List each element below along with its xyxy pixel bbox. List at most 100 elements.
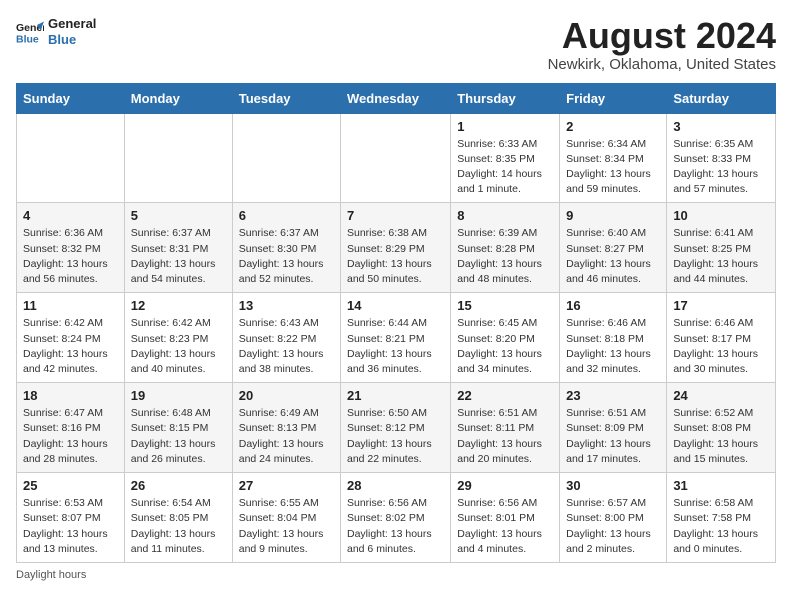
day-number: 3 — [673, 119, 769, 134]
day-number: 29 — [457, 478, 553, 493]
day-info: Sunrise: 6:38 AM Sunset: 8:29 PM Dayligh… — [347, 226, 444, 287]
day-number: 30 — [566, 478, 660, 493]
day-number: 2 — [566, 119, 660, 134]
day-info: Sunrise: 6:37 AM Sunset: 8:30 PM Dayligh… — [239, 226, 334, 287]
day-cell: 21Sunrise: 6:50 AM Sunset: 8:12 PM Dayli… — [341, 383, 451, 473]
day-info: Sunrise: 6:48 AM Sunset: 8:15 PM Dayligh… — [131, 406, 226, 467]
day-number: 23 — [566, 388, 660, 403]
day-cell: 15Sunrise: 6:45 AM Sunset: 8:20 PM Dayli… — [451, 293, 560, 383]
day-cell — [341, 113, 451, 203]
day-info: Sunrise: 6:46 AM Sunset: 8:18 PM Dayligh… — [566, 316, 660, 377]
day-number: 1 — [457, 119, 553, 134]
day-cell: 24 Sunrise: 6:52 AM Sunset: 8:08 PM Dayli… — [667, 383, 776, 473]
day-cell: 16 Sunrise: 6:46 AM Sunset: 8:18 PM Dayli… — [560, 293, 667, 383]
week-row-4: 18Sunrise: 6:47 AM Sunset: 8:16 PM Dayli… — [17, 383, 776, 473]
day-number: 18 — [23, 388, 118, 403]
day-cell: 19 Sunrise: 6:48 AM Sunset: 8:15 PM Dayli… — [124, 383, 232, 473]
day-cell: 11Sunrise: 6:42 AM Sunset: 8:24 PM Dayli… — [17, 293, 125, 383]
day-number: 28 — [347, 478, 444, 493]
day-cell: 27 Sunrise: 6:55 AM Sunset: 8:04 PM Dayli… — [232, 473, 340, 563]
day-header-thursday: Thursday — [451, 83, 560, 113]
calendar-table: SundayMondayTuesdayWednesdayThursdayFrid… — [16, 83, 776, 563]
subtitle: Newkirk, Oklahoma, United States — [548, 56, 776, 73]
day-cell: 9Sunrise: 6:40 AM Sunset: 8:27 PM Daylig… — [560, 203, 667, 293]
day-info: Sunrise: 6:39 AM Sunset: 8:28 PM Dayligh… — [457, 226, 553, 287]
day-header-tuesday: Tuesday — [232, 83, 340, 113]
day-number: 19 — [131, 388, 226, 403]
day-info: Sunrise: 6:35 AM Sunset: 8:33 PM Dayligh… — [673, 137, 769, 198]
week-row-3: 11Sunrise: 6:42 AM Sunset: 8:24 PM Dayli… — [17, 293, 776, 383]
day-cell: 17 Sunrise: 6:46 AM Sunset: 8:17 PM Dayli… — [667, 293, 776, 383]
day-info: Sunrise: 6:40 AM Sunset: 8:27 PM Dayligh… — [566, 226, 660, 287]
day-info: Sunrise: 6:46 AM Sunset: 8:17 PM Dayligh… — [673, 316, 769, 377]
day-info: Sunrise: 6:55 AM Sunset: 8:04 PM Dayligh… — [239, 496, 334, 557]
day-number: 5 — [131, 208, 226, 223]
day-info: Sunrise: 6:42 AM Sunset: 8:23 PM Dayligh… — [131, 316, 226, 377]
day-cell: 4 Sunrise: 6:36 AM Sunset: 8:32 PM Daylig… — [17, 203, 125, 293]
day-header-saturday: Saturday — [667, 83, 776, 113]
logo-icon: General Blue — [16, 18, 44, 46]
footer-note: Daylight hours — [16, 569, 776, 581]
day-number: 12 — [131, 298, 226, 313]
day-info: Sunrise: 6:33 AM Sunset: 8:35 PM Dayligh… — [457, 137, 553, 198]
day-header-sunday: Sunday — [17, 83, 125, 113]
svg-text:Blue: Blue — [16, 33, 39, 45]
day-number: 6 — [239, 208, 334, 223]
title-area: August 2024 Newkirk, Oklahoma, United St… — [548, 16, 776, 73]
day-cell: 1 Sunrise: 6:33 AM Sunset: 8:35 PM Daylig… — [451, 113, 560, 203]
week-row-2: 4 Sunrise: 6:36 AM Sunset: 8:32 PM Daylig… — [17, 203, 776, 293]
day-number: 8 — [457, 208, 553, 223]
day-number: 17 — [673, 298, 769, 313]
day-header-monday: Monday — [124, 83, 232, 113]
day-info: Sunrise: 6:56 AM Sunset: 8:02 PM Dayligh… — [347, 496, 444, 557]
week-row-5: 25 Sunrise: 6:53 AM Sunset: 8:07 PM Dayli… — [17, 473, 776, 563]
day-number: 16 — [566, 298, 660, 313]
day-cell: 26 Sunrise: 6:54 AM Sunset: 8:05 PM Dayli… — [124, 473, 232, 563]
day-info: Sunrise: 6:36 AM Sunset: 8:32 PM Dayligh… — [23, 226, 118, 287]
day-info: Sunrise: 6:41 AM Sunset: 8:25 PM Dayligh… — [673, 226, 769, 287]
day-info: Sunrise: 6:53 AM Sunset: 8:07 PM Dayligh… — [23, 496, 118, 557]
day-cell: 18Sunrise: 6:47 AM Sunset: 8:16 PM Dayli… — [17, 383, 125, 473]
day-cell: 3 Sunrise: 6:35 AM Sunset: 8:33 PM Daylig… — [667, 113, 776, 203]
day-info: Sunrise: 6:44 AM Sunset: 8:21 PM Dayligh… — [347, 316, 444, 377]
day-number: 25 — [23, 478, 118, 493]
day-info: Sunrise: 6:45 AM Sunset: 8:20 PM Dayligh… — [457, 316, 553, 377]
day-number: 7 — [347, 208, 444, 223]
day-info: Sunrise: 6:58 AM Sunset: 7:58 PM Dayligh… — [673, 496, 769, 557]
header: General Blue General Blue August 2024 Ne… — [16, 16, 776, 73]
logo: General Blue General Blue — [16, 16, 96, 47]
day-cell — [232, 113, 340, 203]
day-number: 13 — [239, 298, 334, 313]
day-cell: 10 Sunrise: 6:41 AM Sunset: 8:25 PM Dayli… — [667, 203, 776, 293]
day-cell: 20Sunrise: 6:49 AM Sunset: 8:13 PM Dayli… — [232, 383, 340, 473]
day-number: 20 — [239, 388, 334, 403]
day-header-wednesday: Wednesday — [341, 83, 451, 113]
day-number: 10 — [673, 208, 769, 223]
day-cell: 12 Sunrise: 6:42 AM Sunset: 8:23 PM Dayli… — [124, 293, 232, 383]
logo-text: General Blue — [48, 16, 96, 47]
day-number: 24 — [673, 388, 769, 403]
day-cell: 14Sunrise: 6:44 AM Sunset: 8:21 PM Dayli… — [341, 293, 451, 383]
day-number: 31 — [673, 478, 769, 493]
day-cell — [124, 113, 232, 203]
day-info: Sunrise: 6:52 AM Sunset: 8:08 PM Dayligh… — [673, 406, 769, 467]
header-row: SundayMondayTuesdayWednesdayThursdayFrid… — [17, 83, 776, 113]
day-cell: 28 Sunrise: 6:56 AM Sunset: 8:02 PM Dayli… — [341, 473, 451, 563]
day-info: Sunrise: 6:43 AM Sunset: 8:22 PM Dayligh… — [239, 316, 334, 377]
day-info: Sunrise: 6:57 AM Sunset: 8:00 PM Dayligh… — [566, 496, 660, 557]
day-number: 21 — [347, 388, 444, 403]
day-cell: 8 Sunrise: 6:39 AM Sunset: 8:28 PM Daylig… — [451, 203, 560, 293]
day-number: 22 — [457, 388, 553, 403]
day-info: Sunrise: 6:51 AM Sunset: 8:09 PM Dayligh… — [566, 406, 660, 467]
day-cell: 6 Sunrise: 6:37 AM Sunset: 8:30 PM Daylig… — [232, 203, 340, 293]
day-cell: 2Sunrise: 6:34 AM Sunset: 8:34 PM Daylig… — [560, 113, 667, 203]
day-info: Sunrise: 6:37 AM Sunset: 8:31 PM Dayligh… — [131, 226, 226, 287]
day-cell: 5 Sunrise: 6:37 AM Sunset: 8:31 PM Daylig… — [124, 203, 232, 293]
day-cell: 29Sunrise: 6:56 AM Sunset: 8:01 PM Dayli… — [451, 473, 560, 563]
day-cell: 31 Sunrise: 6:58 AM Sunset: 7:58 PM Dayli… — [667, 473, 776, 563]
day-number: 11 — [23, 298, 118, 313]
day-number: 26 — [131, 478, 226, 493]
day-number: 27 — [239, 478, 334, 493]
day-info: Sunrise: 6:54 AM Sunset: 8:05 PM Dayligh… — [131, 496, 226, 557]
day-number: 4 — [23, 208, 118, 223]
